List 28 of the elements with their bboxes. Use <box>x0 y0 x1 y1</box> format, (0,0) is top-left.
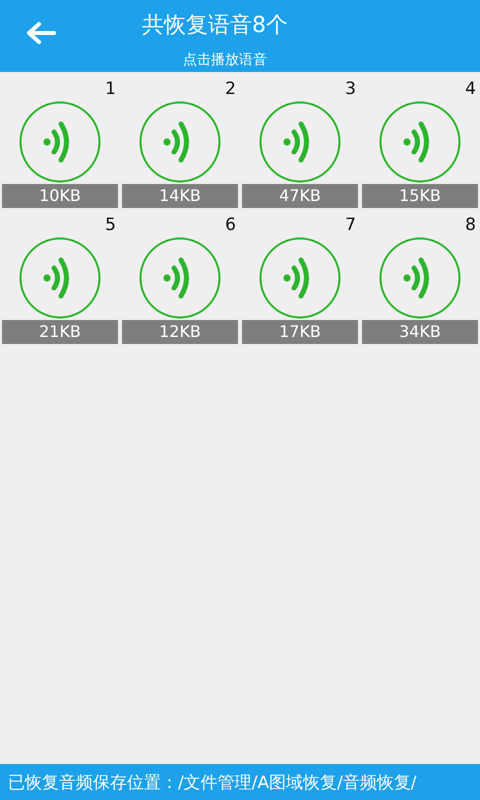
play-sound-icon[interactable] <box>379 237 461 319</box>
play-sound-icon[interactable] <box>379 101 461 183</box>
recording-number: 3 <box>345 78 356 100</box>
play-sound-icon[interactable] <box>19 101 101 183</box>
recording-number: 2 <box>225 78 236 100</box>
file-size-label: 34KB <box>362 320 478 344</box>
file-size-label: 12KB <box>122 320 238 344</box>
screen-title: 共恢复语音8个 <box>142 12 288 40</box>
file-size-label: 10KB <box>2 184 118 208</box>
recording-number: 7 <box>345 214 356 236</box>
file-size-label: 14KB <box>122 184 238 208</box>
file-size-label: 47KB <box>242 184 358 208</box>
save-location-text: 已恢复音频保存位置：/文件管理/A图域恢复/音频恢复/ <box>8 772 417 794</box>
recording-number: 5 <box>105 214 116 236</box>
play-sound-icon[interactable] <box>139 237 221 319</box>
screen-subtitle: 点击播放语音 <box>183 51 267 69</box>
back-arrow-icon[interactable] <box>26 21 56 45</box>
play-sound-icon[interactable] <box>259 101 341 183</box>
recording-number: 4 <box>465 78 476 100</box>
recording-number: 8 <box>465 214 476 236</box>
file-size-label: 17KB <box>242 320 358 344</box>
play-sound-icon[interactable] <box>259 237 341 319</box>
play-sound-icon[interactable] <box>139 101 221 183</box>
file-size-label: 15KB <box>362 184 478 208</box>
play-sound-icon[interactable] <box>19 237 101 319</box>
recording-number: 6 <box>225 214 236 236</box>
recording-number: 1 <box>105 78 116 100</box>
file-size-label: 21KB <box>2 320 118 344</box>
